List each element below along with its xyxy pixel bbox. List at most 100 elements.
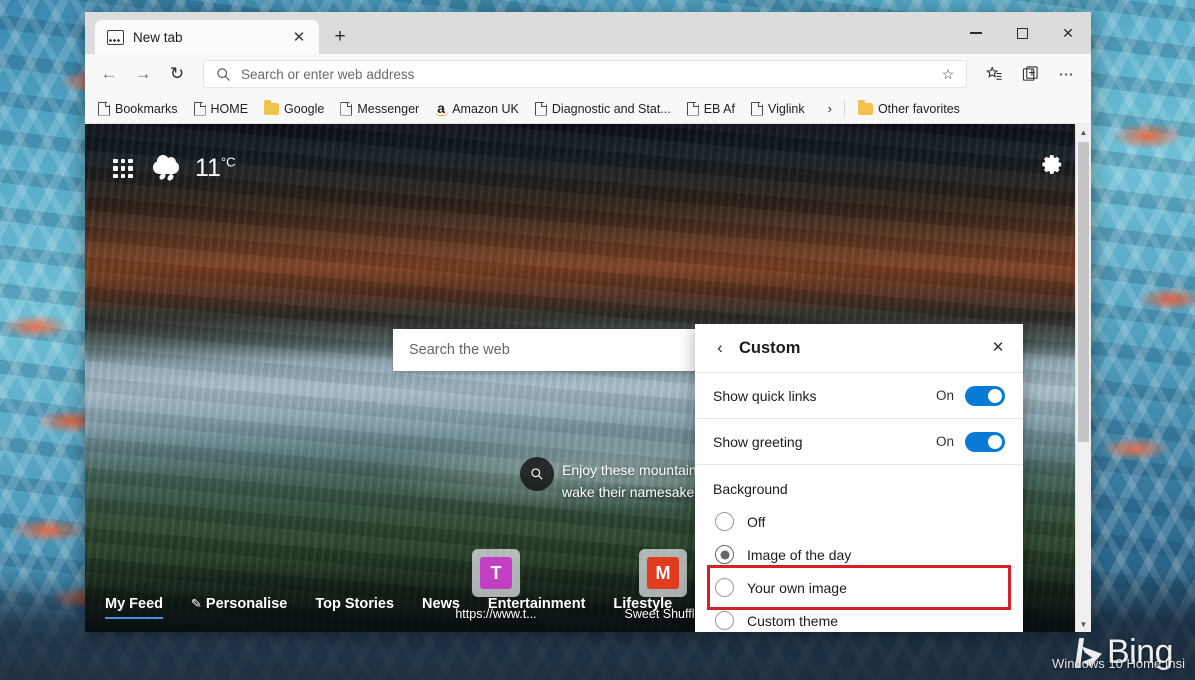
page-icon [687, 101, 699, 116]
setting-label: Show quick links [713, 387, 817, 404]
bookmark-messenger[interactable]: Messenger [333, 99, 426, 119]
panel-back-icon[interactable]: ‹ [709, 338, 731, 358]
radio-option-off[interactable]: Off [713, 505, 1005, 538]
search-icon [216, 67, 231, 82]
bookmarks-overflow-chevron-icon[interactable]: › [822, 101, 838, 116]
bookmark-bookmarks[interactable]: Bookmarks [91, 99, 185, 119]
bookmark-amazon-uk[interactable]: a Amazon UK [428, 99, 526, 119]
bookmark-label: Viglink [768, 101, 805, 116]
setting-state: On [935, 388, 954, 403]
close-tab-icon[interactable]: ✕ [287, 25, 311, 49]
radio-circle-icon [715, 578, 734, 597]
feed-tab-news[interactable]: News [422, 596, 460, 619]
page-icon [535, 101, 547, 116]
add-favorite-icon[interactable]: ☆ [936, 66, 960, 83]
pencil-icon: ✎ [190, 595, 203, 612]
caption-line-2: wake their namesake: [562, 484, 699, 500]
folder-icon [264, 100, 280, 115]
bookmark-label: HOME [210, 101, 249, 116]
search-box-placeholder: Search the web [409, 342, 510, 358]
minimize-button[interactable] [953, 12, 999, 54]
amazon-icon: a [435, 101, 449, 116]
panel-title: Custom [739, 338, 801, 357]
bookmark-label: Amazon UK [452, 101, 519, 116]
refresh-button[interactable]: ↻ [161, 59, 193, 89]
weather-temperature: 11°C [195, 154, 236, 182]
radio-option-image-of-the-day[interactable]: Image of the day [713, 538, 1005, 571]
close-window-button[interactable]: ✕ [1045, 12, 1091, 54]
radio-circle-icon [715, 512, 734, 531]
favorites-bar: Bookmarks HOME Google Messenger a Amazon… [85, 94, 1091, 124]
feed-tab-my-feed[interactable]: My Feed [105, 596, 164, 619]
show-quick-links-toggle[interactable] [965, 385, 1005, 406]
tab-strip: New tab ✕ + [85, 12, 357, 54]
windows-activation-watermark: Windows 10 Home Insi [1052, 656, 1185, 671]
panel-header: ‹ Custom ✕ [695, 324, 1023, 372]
new-tab-top-bar: 11°C [113, 154, 236, 183]
bookmark-label: Diagnostic and Stat... [551, 101, 671, 116]
feed-tab-entertainment[interactable]: Entertainment [488, 596, 586, 619]
other-favorites-folder[interactable]: Other favorites [851, 99, 967, 119]
page-icon [340, 101, 353, 116]
desktop-wallpaper: Bing Windows 10 Home Insi New tab ✕ + ✕ … [0, 0, 1195, 680]
window-controls: ✕ [953, 12, 1091, 54]
search-orb-icon[interactable] [520, 457, 554, 491]
new-tab-button[interactable]: + [323, 20, 357, 54]
rain-cloud-icon [153, 154, 183, 182]
other-favorites-label: Other favorites [877, 101, 960, 116]
folder-icon [857, 100, 873, 115]
favorites-list-icon[interactable] [977, 59, 1011, 89]
scroll-up-arrow-icon[interactable]: ▲ [1076, 124, 1091, 140]
newtab-favicon-icon [107, 29, 124, 45]
bookmark-viglink[interactable]: Viglink [744, 99, 812, 119]
scrollbar-thumb[interactable] [1078, 142, 1089, 442]
bookmark-label: EB Af [703, 101, 735, 116]
bookmark-label: Google [284, 101, 325, 116]
radio-label: Image of the day [747, 546, 852, 563]
bookmark-google[interactable]: Google [257, 99, 331, 119]
feed-tab-lifestyle[interactable]: Lifestyle [613, 596, 672, 619]
page-viewport: 11°C Search the web Enjoy these mountain… [85, 124, 1091, 632]
weather-widget[interactable]: 11°C [153, 154, 236, 183]
app-grid-icon[interactable] [113, 158, 133, 179]
radio-option-custom-theme[interactable]: Custom theme [713, 604, 1005, 632]
tile-letter-icon: T [480, 557, 512, 589]
feed-tab-personalise[interactable]: ✎ Personalise [190, 595, 287, 619]
tab-title: New tab [133, 29, 183, 45]
navigation-toolbar: ← → ↻ Search or enter web address ☆ ⋯ [85, 54, 1091, 94]
bookmark-home[interactable]: HOME [187, 99, 256, 119]
radio-label: Off [747, 513, 766, 530]
show-greeting-toggle[interactable] [965, 431, 1005, 452]
title-bar: New tab ✕ + ✕ [85, 12, 1091, 54]
address-bar[interactable]: Search or enter web address ☆ [203, 60, 967, 88]
settings-and-more-button[interactable]: ⋯ [1049, 59, 1083, 89]
panel-close-icon[interactable]: ✕ [985, 334, 1011, 360]
radio-option-your-own-image[interactable]: Your own image [707, 565, 1011, 610]
feed-tab-top-stories[interactable]: Top Stories [315, 596, 394, 619]
address-bar-placeholder: Search or enter web address [241, 66, 415, 82]
divider [843, 100, 845, 117]
bookmark-eb-af[interactable]: EB Af [680, 99, 742, 119]
maximize-button[interactable] [999, 12, 1045, 54]
bookmark-diagnostic[interactable]: Diagnostic and Stat... [528, 99, 678, 119]
radio-circle-icon [715, 611, 734, 630]
radio-circle-selected-icon [715, 545, 734, 564]
page-scrollbar[interactable]: ▲ ▼ [1075, 124, 1091, 632]
page-settings-gear-icon[interactable] [1040, 152, 1065, 182]
collections-icon[interactable] [1013, 59, 1047, 89]
setting-label: Show greeting [713, 433, 803, 450]
setting-row-show-greeting[interactable]: Show greeting On [695, 418, 1023, 464]
forward-button[interactable]: → [127, 59, 159, 89]
scroll-down-arrow-icon[interactable]: ▼ [1076, 616, 1091, 632]
back-button[interactable]: ← [93, 59, 125, 89]
background-radio-group: Off Image of the day Your own image Cust… [695, 501, 1023, 632]
custom-settings-panel: ‹ Custom ✕ Show quick links On Show gree… [695, 324, 1023, 632]
background-section-heading: Background [695, 464, 1023, 501]
browser-tab-new-tab[interactable]: New tab ✕ [95, 20, 319, 54]
radio-label: Your own image [747, 579, 847, 596]
setting-row-show-quick-links[interactable]: Show quick links On [695, 372, 1023, 418]
bookmark-label: Bookmarks [115, 101, 178, 116]
browser-window: New tab ✕ + ✕ ← → ↻ Search or enter web … [85, 12, 1091, 632]
setting-state: On [935, 434, 954, 449]
page-icon [98, 101, 110, 116]
